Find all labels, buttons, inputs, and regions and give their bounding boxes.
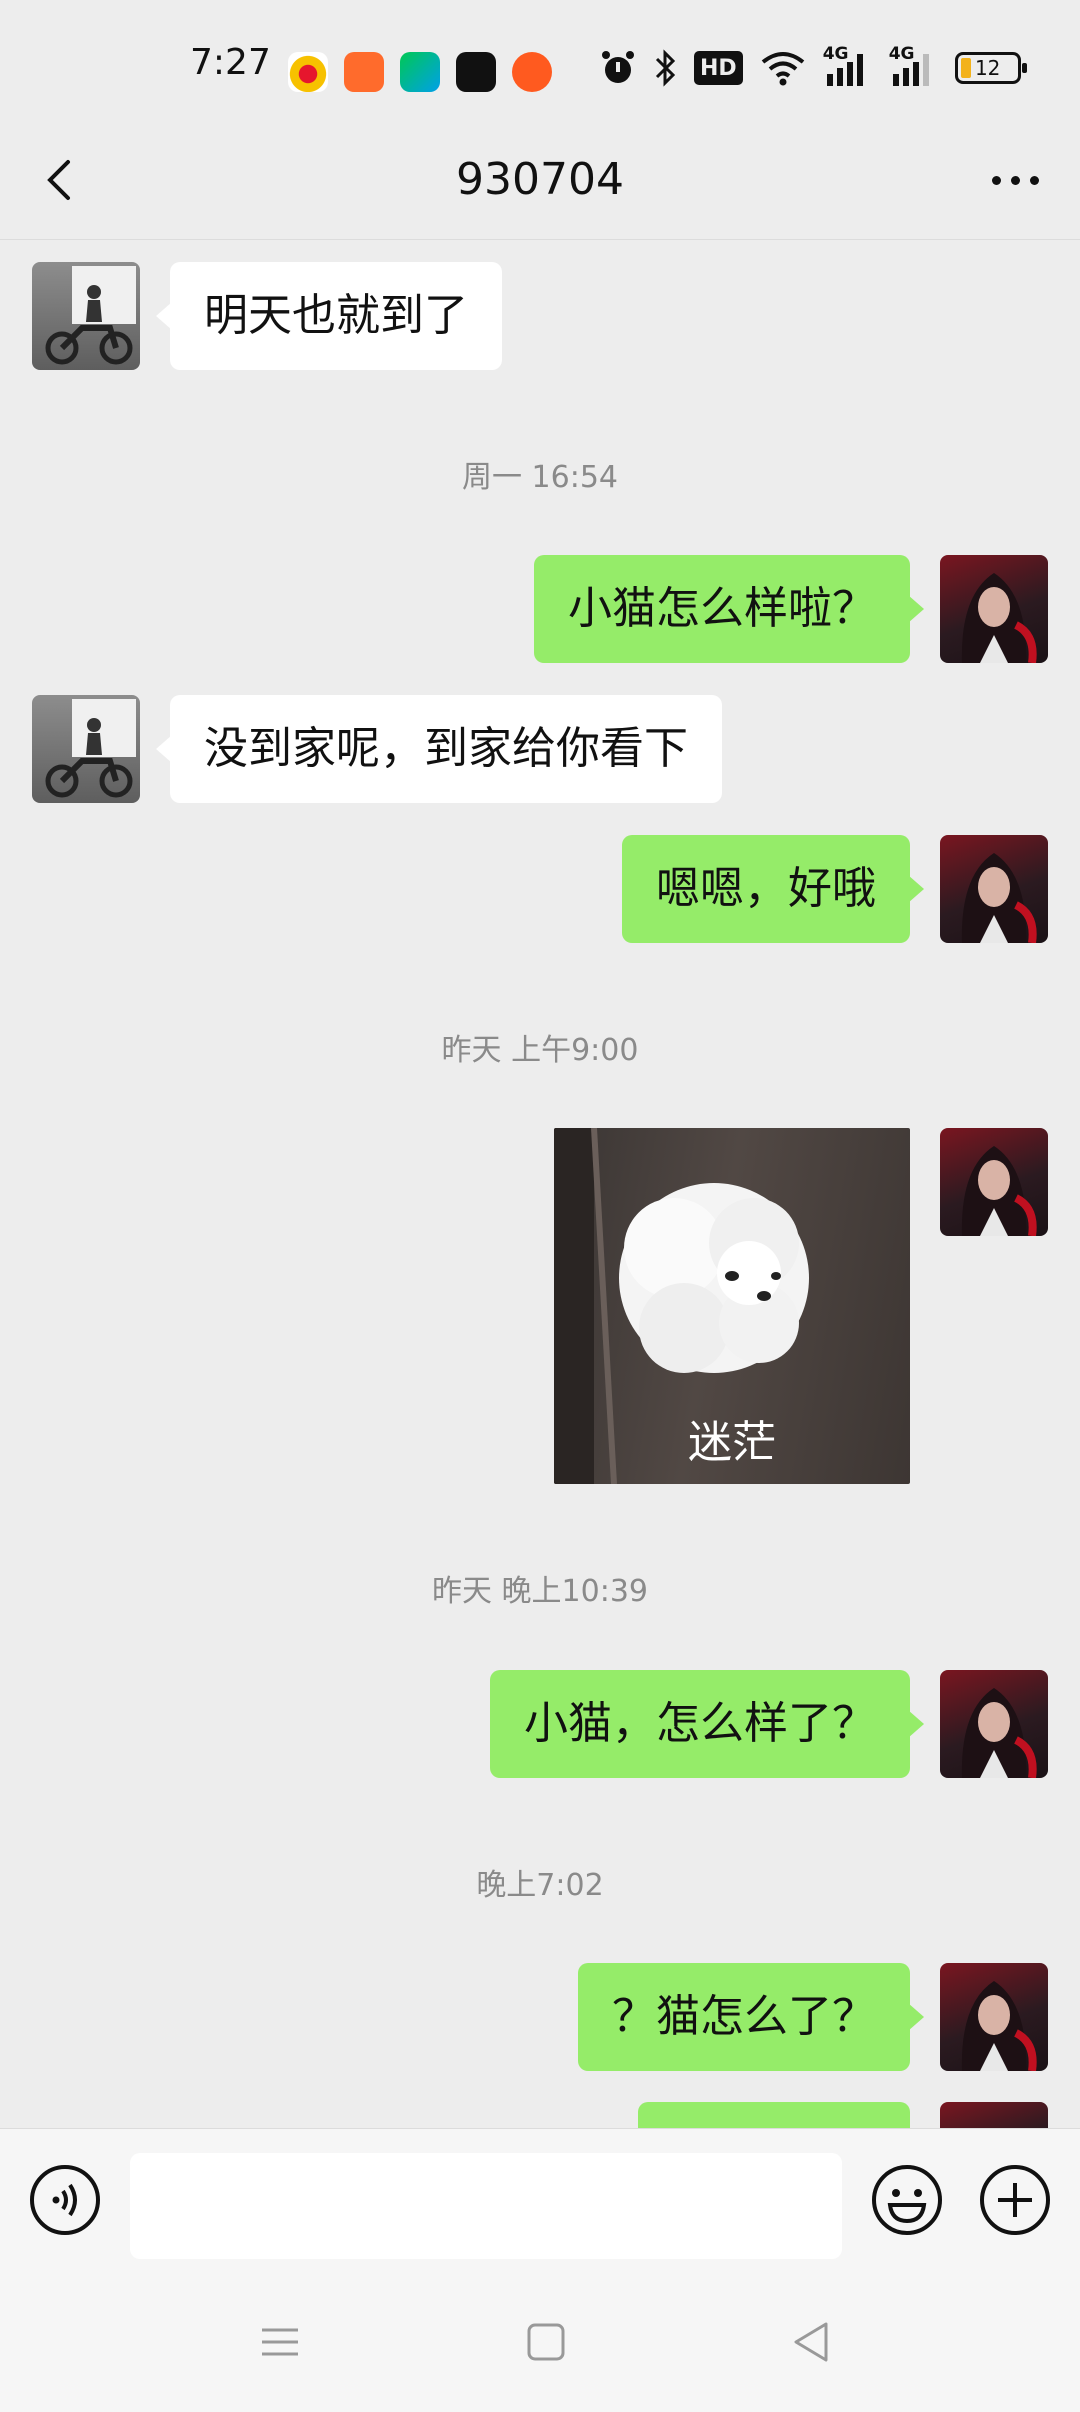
message-bubble-incoming[interactable]: 明天也就到了	[156, 262, 502, 370]
sticker-caption: 迷茫	[688, 1417, 776, 1468]
system-navigation-bar	[0, 2268, 1080, 2412]
notification-icons	[288, 52, 552, 92]
status-time: 7:27	[190, 42, 271, 83]
network-type-label: 4G	[888, 44, 915, 64]
system-icons: HD 4G 4G 12	[600, 44, 1027, 88]
message-timestamp: 周一 16:54	[462, 460, 618, 495]
signal-4g-icon-2: 4G	[889, 44, 937, 88]
alarm-icon	[600, 48, 636, 88]
message-text: 明天也就到了	[204, 290, 468, 341]
status-bar: 7:27 HD 4G 4G 12	[0, 0, 1080, 140]
battery-icon: 12	[954, 52, 1027, 84]
iqiyi-icon	[400, 52, 440, 92]
menu-icon	[262, 2328, 298, 2356]
battery-level: 12	[974, 56, 1001, 80]
wifi-icon	[761, 48, 805, 88]
my-avatar[interactable]	[940, 1128, 1048, 1236]
home-nav-button[interactable]	[516, 2312, 576, 2372]
more-dot-icon	[1010, 175, 1020, 185]
message-timestamp: 昨天 晚上10:39	[432, 1574, 648, 1609]
message-bubble-outgoing-partial[interactable]	[638, 2102, 924, 2170]
kuaishou-icon	[344, 52, 384, 92]
chat-input-bar	[0, 2128, 1080, 2268]
message-text: 小猫怎么样啦？	[568, 583, 876, 634]
more-dot-icon	[991, 175, 1001, 185]
bluetooth-icon	[654, 48, 676, 88]
my-avatar-partial[interactable]	[940, 2102, 1048, 2128]
message-bubble-outgoing[interactable]: 嗯嗯，好哦	[622, 835, 924, 943]
message-timestamp: 晚上7:02	[476, 1868, 604, 1903]
more-dot-icon	[1029, 175, 1039, 185]
hd-icon: HD	[694, 51, 743, 85]
message-text: 没到家呢，到家给你看下	[204, 723, 688, 774]
message-bubble-outgoing[interactable]: 小猫怎么样啦？	[534, 555, 924, 663]
message-bubble-outgoing[interactable]: 小猫，怎么样了？	[490, 1670, 924, 1778]
chat-title: 930704	[456, 154, 624, 205]
contact-avatar[interactable]	[32, 695, 140, 803]
more-functions-button[interactable]	[978, 2163, 1052, 2237]
my-avatar[interactable]	[940, 555, 1048, 663]
menu-nav-button[interactable]	[250, 2312, 310, 2372]
message-timestamp: 昨天 上午9:00	[441, 1033, 639, 1068]
message-input[interactable]	[130, 2153, 842, 2259]
voice-icon	[30, 2165, 100, 2235]
back-nav-button[interactable]	[782, 2312, 842, 2372]
reminder-app-icon	[512, 52, 552, 92]
message-bubble-incoming[interactable]: 没到家呢，到家给你看下	[156, 695, 722, 803]
my-avatar[interactable]	[940, 1670, 1048, 1778]
voice-input-button[interactable]	[28, 2163, 102, 2237]
message-text: ？猫怎么了？	[612, 1991, 876, 2042]
sticker-message[interactable]: 迷茫	[554, 1128, 910, 1484]
weibo-icon	[288, 52, 328, 92]
plus-icon	[980, 2165, 1050, 2235]
message-bubble-outgoing[interactable]: ？猫怎么了？	[578, 1963, 924, 2071]
tiktok-icon	[456, 52, 496, 92]
network-type-label: 4G	[822, 44, 849, 64]
my-avatar[interactable]	[940, 835, 1048, 943]
my-avatar[interactable]	[940, 1963, 1048, 2071]
back-triangle-icon	[794, 2322, 828, 2362]
more-options-button[interactable]	[980, 148, 1050, 212]
smiley-icon	[872, 2165, 942, 2235]
contact-avatar[interactable]	[32, 262, 140, 370]
message-text: 嗯嗯，好哦	[656, 863, 876, 914]
home-square-icon	[527, 2323, 565, 2361]
chat-header: 930704	[0, 120, 1080, 240]
emoji-button[interactable]	[870, 2163, 944, 2237]
signal-4g-icon-1: 4G	[823, 44, 871, 88]
message-text: 小猫，怎么样了？	[524, 1698, 876, 1749]
